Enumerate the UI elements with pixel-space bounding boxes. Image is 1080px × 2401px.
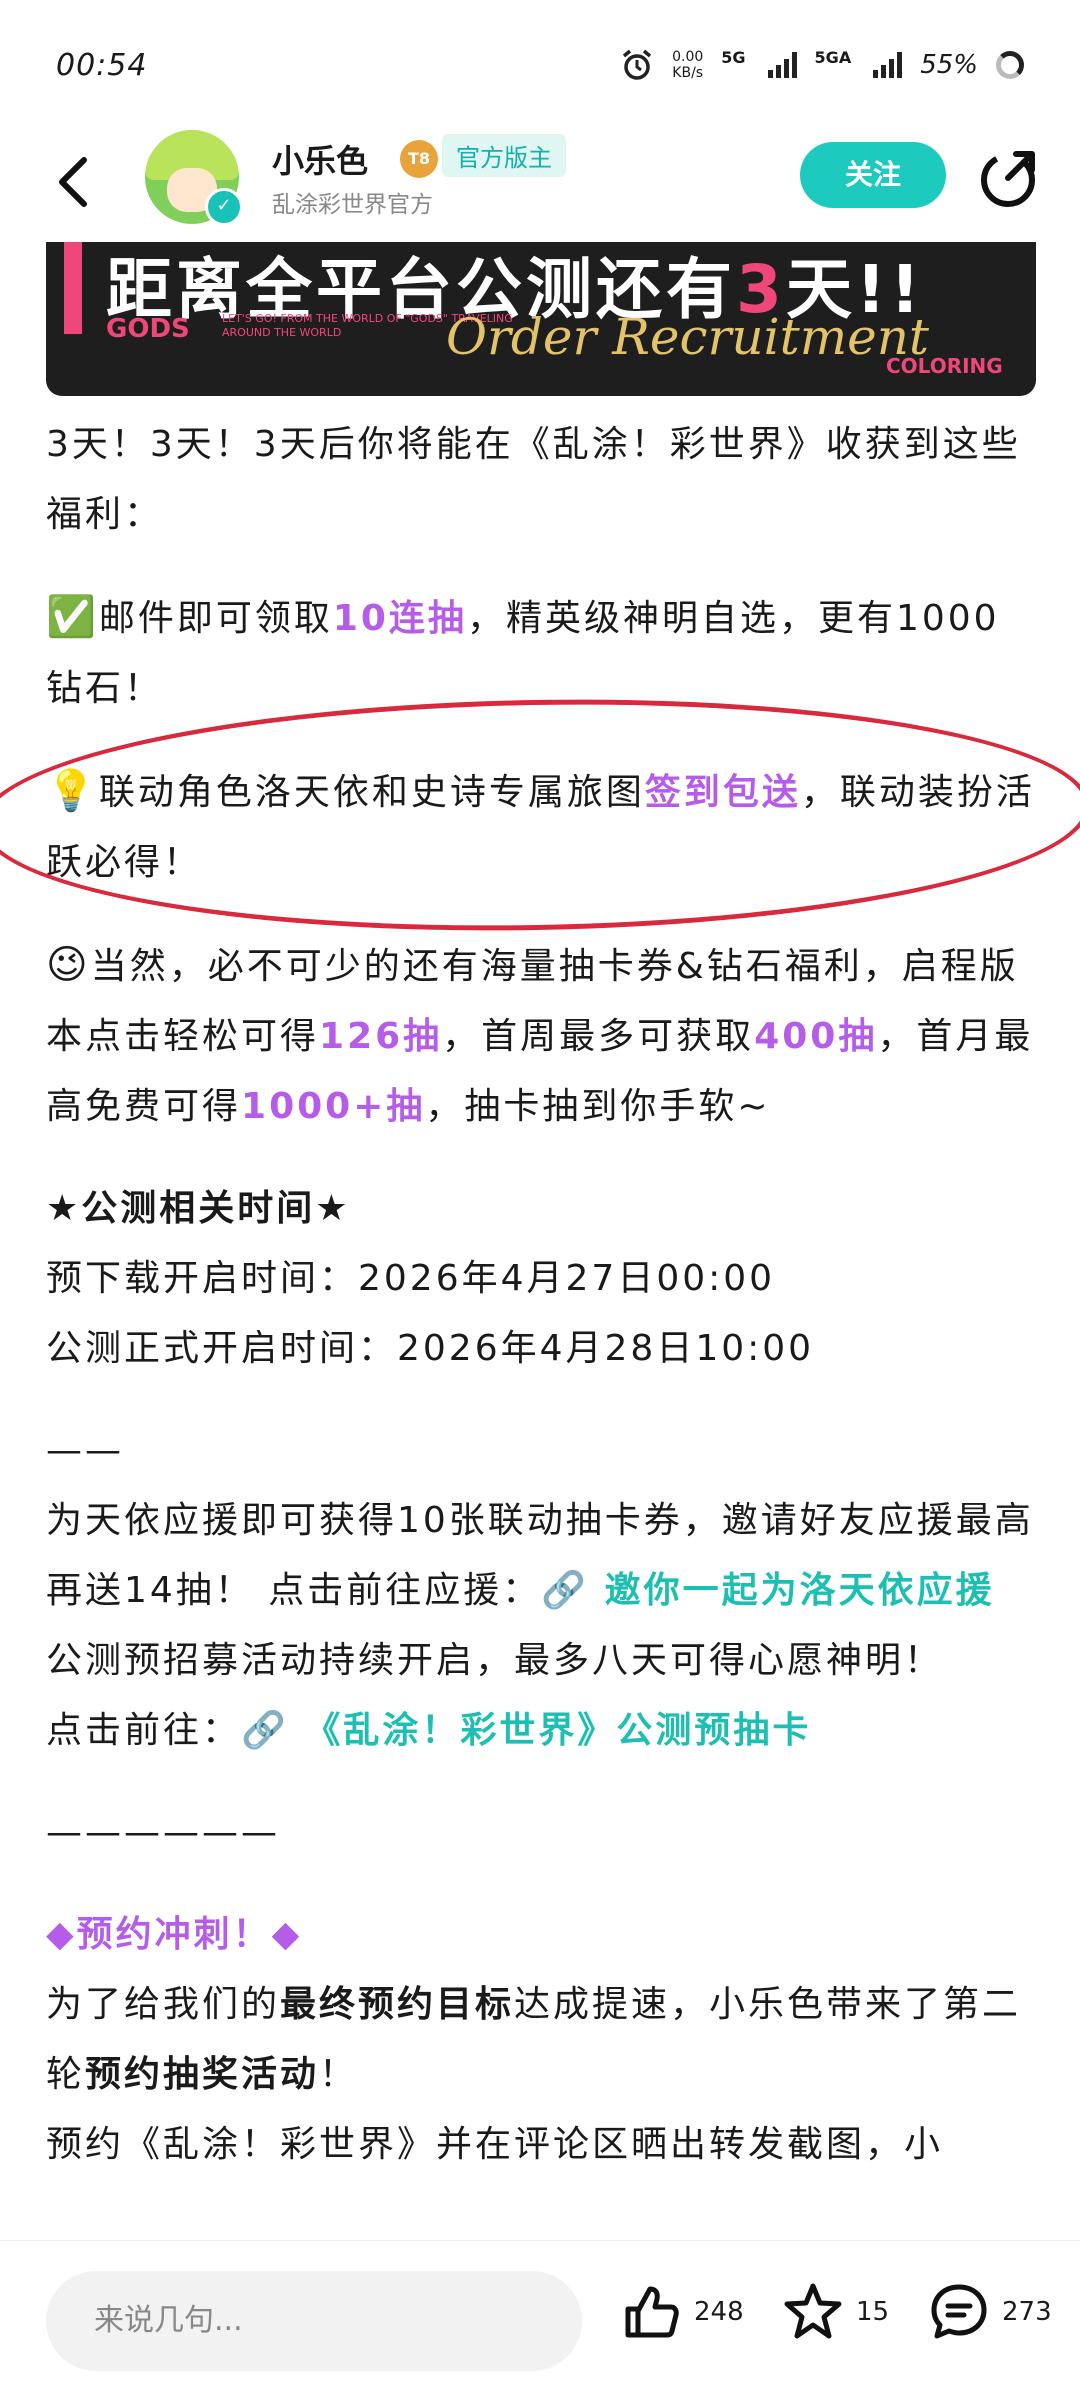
- section-title-reserve: ◆预约冲刺！◆: [46, 1914, 303, 1955]
- paragraph-4: 😉当然，必不可少的还有海量抽卡券&钻石福利，启程版本点击轻松可得126抽，首周最…: [46, 930, 1036, 1142]
- follow-button[interactable]: 关注: [800, 142, 946, 208]
- bottom-bar: 来说几句... 248 15 273: [0, 2240, 1080, 2401]
- alarm-icon: [622, 49, 652, 80]
- p4-highlight-1: 126抽: [319, 1016, 443, 1057]
- net-speed-value: 0.00: [672, 49, 704, 65]
- section-title-timing: ★公测相关时间★: [46, 1188, 351, 1229]
- banner-gods-logo: GODS: [106, 314, 190, 344]
- net-speed: 0.00 KB/s: [672, 49, 703, 81]
- paragraph-1: 3天！3天！3天后你将能在《乱涂！彩世界》收获到这些福利：: [46, 424, 1021, 535]
- signal-label-1: 5G: [721, 48, 746, 67]
- p7-text: 点击前往：: [46, 1710, 242, 1751]
- banner-image[interactable]: 距离全平台公测还有3天!! GODS LET'S GO! FROM THE WO…: [46, 242, 1036, 396]
- p4-text-b: ，首周最多可获取: [442, 1016, 755, 1057]
- status-icons: 0.00 KB/s 5G 5GA 55%: [620, 48, 1024, 82]
- p4-highlight-2: 400抽: [754, 1016, 878, 1057]
- divider-2: ——————: [46, 1812, 280, 1853]
- paragraph-8: 为了给我们的最终预约目标达成提速，小乐色带来了第二轮预约抽奖活动！: [46, 1970, 1036, 2110]
- signal-label-2: 5GA: [814, 48, 852, 67]
- battery-percent: 55%: [920, 50, 978, 80]
- comment-count: 273: [1002, 2297, 1052, 2327]
- p8-text-a: 为了给我们的: [46, 1984, 281, 2025]
- star-icon: [784, 2283, 842, 2339]
- thumbs-up-icon: [625, 2286, 679, 2338]
- prelaunch-draw-link-label[interactable]: 《乱涂！彩世界》公测预抽卡: [304, 1710, 811, 1751]
- lightbulb-icon: 💡: [46, 768, 99, 814]
- banner-exclamation-mark: [64, 242, 82, 334]
- p3-text-a: 联动角色洛天依和史诗专属旅图: [98, 772, 645, 813]
- paragraph-3: 💡联动角色洛天依和史诗专属旅图签到包送，联动装扮活跃必得！: [46, 756, 1036, 898]
- share-icon[interactable]: [978, 148, 1038, 208]
- banner-coloring-logo: COLORING: [886, 354, 1003, 378]
- paragraph-5: 为天依应援即可获得10张联动抽卡券，邀请好友应援最高再送14抽！ 点击前往应援：…: [46, 1486, 1036, 1626]
- paragraph-7: 点击前往：🔗 《乱涂！彩世界》公测预抽卡: [46, 1696, 1036, 1766]
- wink-face-icon: 😉: [46, 942, 91, 988]
- comment-button[interactable]: 273: [928, 2281, 1052, 2343]
- p2-text-a: 邮件即可领取: [98, 598, 333, 639]
- paragraph-6: 公测预招募活动持续开启，最多八天可得心愿神明！: [46, 1640, 944, 1681]
- p4-highlight-3: 1000+抽: [241, 1086, 426, 1127]
- like-button[interactable]: 248: [620, 2281, 744, 2343]
- signal-bars-icon-2: [873, 52, 903, 78]
- paragraph-2: ✅邮件即可领取10连抽，精英级神明自选，更有1000钻石！: [46, 582, 1036, 724]
- level-badge: T8: [400, 140, 438, 178]
- paragraph-9: 预约《乱涂！彩世界》并在评论区晒出转发截图，小: [46, 2124, 944, 2165]
- status-time: 00:54: [56, 47, 148, 83]
- author-subtitle: 乱涂彩世界官方: [272, 192, 433, 218]
- p8-bold-2: 预约抽奖活动: [85, 2054, 320, 2095]
- support-link[interactable]: 🔗 邀你一起为洛天依应援: [541, 1570, 994, 1611]
- post-header: ✓ 小乐色 T8 官方版主 乱涂彩世界官方 关注: [0, 130, 1080, 240]
- p3-highlight: 签到包送: [644, 772, 801, 813]
- p8-text-c: ！: [319, 2054, 359, 2095]
- verified-icon: ✓: [205, 188, 243, 226]
- p4-text-d: ，抽卡抽到你手软~: [425, 1086, 771, 1127]
- prelaunch-draw-link[interactable]: 🔗 《乱涂！彩世界》公测预抽卡: [241, 1710, 811, 1751]
- like-count: 248: [694, 2297, 744, 2327]
- p2-highlight: 10连抽: [332, 598, 467, 639]
- post-content: 3天！3天！3天后你将能在《乱涂！彩世界》收获到这些福利： ✅邮件即可领取10连…: [46, 410, 1036, 2180]
- status-bar: 00:54 0.00 KB/s 5G 5GA 55%: [0, 0, 1080, 130]
- favorite-button[interactable]: 15: [782, 2281, 889, 2343]
- support-link-label[interactable]: 邀你一起为洛天依应援: [605, 1570, 995, 1611]
- divider-1: ——: [46, 1430, 124, 1471]
- net-speed-unit: KB/s: [672, 65, 704, 81]
- comment-bubble-icon: [931, 2284, 987, 2339]
- banner-script-text: Order Recruitment: [446, 308, 930, 366]
- favorite-count: 15: [856, 2297, 890, 2327]
- battery-icon: [996, 51, 1024, 79]
- role-badge: 官方版主: [442, 134, 566, 177]
- back-arrow-icon[interactable]: [50, 152, 100, 212]
- time-launch: 公测正式开启时间：2026年4月28日10:00: [46, 1328, 815, 1369]
- comment-input[interactable]: 来说几句...: [46, 2271, 582, 2371]
- author-name[interactable]: 小乐色: [272, 136, 368, 182]
- signal-bars-icon: [767, 52, 797, 78]
- check-icon: ✅: [46, 594, 99, 640]
- time-predownload: 预下载开启时间：2026年4月27日00:00: [46, 1258, 776, 1299]
- p8-bold-1: 最终预约目标: [280, 1984, 515, 2025]
